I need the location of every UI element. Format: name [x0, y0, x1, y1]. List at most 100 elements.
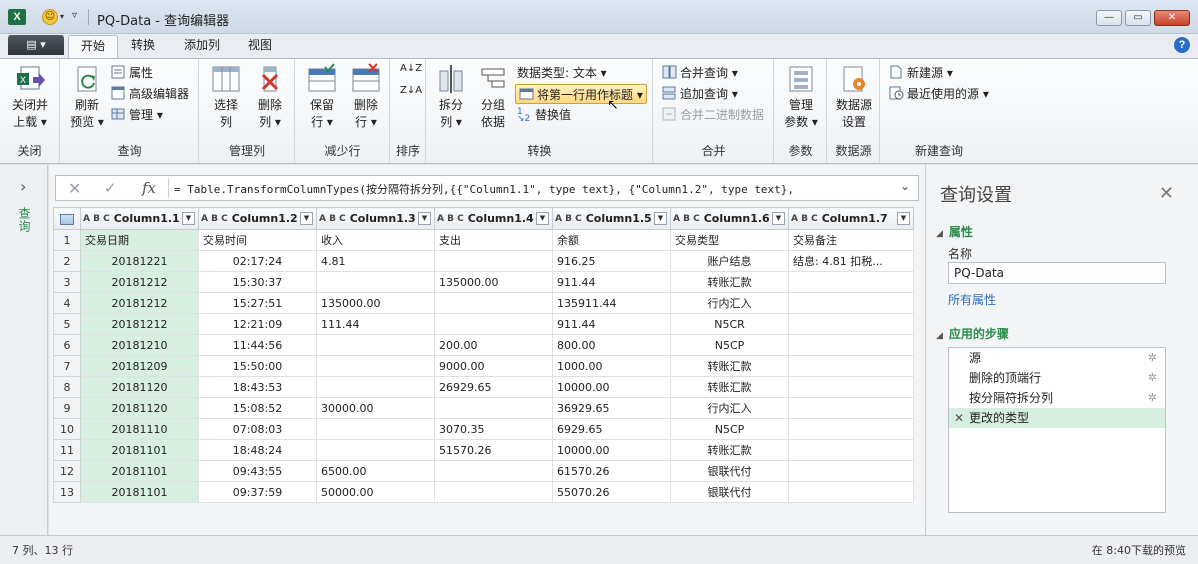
- replace-values-button[interactable]: 1 ↘2 替换值: [517, 105, 571, 125]
- group-by-button[interactable]: 分组 依据: [475, 63, 511, 131]
- table-cell[interactable]: 800.00: [552, 334, 671, 356]
- table-cell[interactable]: [316, 439, 435, 461]
- sort-ascending-button[interactable]: A↓Z: [400, 63, 422, 75]
- table-cell[interactable]: 结息: 4.81 扣税...: [788, 250, 914, 272]
- table-cell[interactable]: 30000.00: [316, 397, 435, 419]
- table-cell[interactable]: 20181209: [80, 355, 199, 377]
- gear-icon[interactable]: ✲: [1148, 348, 1157, 368]
- table-cell[interactable]: 交易日期: [80, 229, 199, 251]
- table-cell[interactable]: 账户结息: [670, 250, 789, 272]
- table-cell[interactable]: 135000.00: [434, 271, 553, 293]
- qat-customize-icon[interactable]: ▿: [72, 10, 77, 21]
- delete-step-icon[interactable]: ✕: [954, 408, 964, 428]
- table-cell[interactable]: 3070.35: [434, 418, 553, 440]
- tab-add-column[interactable]: 添加列: [172, 35, 232, 58]
- table-cell[interactable]: 15:27:51: [198, 292, 317, 314]
- column-header[interactable]: A B C Column1.1 ▼: [80, 207, 199, 230]
- table-cell[interactable]: 交易时间: [198, 229, 317, 251]
- table-cell[interactable]: [788, 397, 914, 419]
- table-cell[interactable]: [434, 397, 553, 419]
- column-header[interactable]: A B C Column1.3 ▼: [316, 207, 435, 230]
- table-cell[interactable]: N5CP: [670, 334, 789, 356]
- table-cell[interactable]: 15:50:00: [198, 355, 317, 377]
- table-cell[interactable]: 18:48:24: [198, 439, 317, 461]
- table-cell[interactable]: 银联代付: [670, 460, 789, 482]
- table-cell[interactable]: 行内汇入: [670, 292, 789, 314]
- table-cell[interactable]: N5CP: [670, 418, 789, 440]
- properties-button[interactable]: 属性: [111, 63, 153, 83]
- table-cell[interactable]: 15:30:37: [198, 271, 317, 293]
- table-cell[interactable]: [788, 418, 914, 440]
- table-cell[interactable]: [788, 376, 914, 398]
- table-cell[interactable]: 135911.44: [552, 292, 671, 314]
- table-cell[interactable]: 20181101: [80, 460, 199, 482]
- table-cell[interactable]: 6500.00: [316, 460, 435, 482]
- step-item[interactable]: 按分隔符拆分列 ✲: [949, 388, 1165, 408]
- column-header[interactable]: A B C Column1.6 ▼: [670, 207, 789, 230]
- filter-dropdown-icon[interactable]: ▼: [418, 212, 431, 225]
- table-cell[interactable]: [316, 355, 435, 377]
- merge-queries-button[interactable]: 合并查询 ▾: [662, 63, 738, 83]
- refresh-preview-button[interactable]: 刷新 预览 ▾: [67, 63, 107, 131]
- qat-dropdown-icon[interactable]: ▾: [60, 12, 64, 21]
- filter-dropdown-icon[interactable]: ▼: [182, 212, 195, 225]
- column-header[interactable]: A B C Column1.2 ▼: [198, 207, 317, 230]
- table-cell[interactable]: 111.44: [316, 313, 435, 335]
- close-settings-icon[interactable]: ✕: [1159, 183, 1174, 204]
- new-source-button[interactable]: 新建源 ▾: [889, 63, 953, 83]
- table-cell[interactable]: N5CR: [670, 313, 789, 335]
- table-cell[interactable]: 转账汇款: [670, 376, 789, 398]
- table-cell[interactable]: 36929.65: [552, 397, 671, 419]
- table-cell[interactable]: 135000.00: [316, 292, 435, 314]
- column-header[interactable]: A B C Column1.7 ▼: [788, 207, 914, 230]
- table-cell[interactable]: [434, 250, 553, 272]
- all-properties-link[interactable]: 所有属性: [948, 291, 996, 308]
- table-cell[interactable]: [316, 418, 435, 440]
- table-cell[interactable]: 911.44: [552, 271, 671, 293]
- table-cell[interactable]: 11:44:56: [198, 334, 317, 356]
- table-cell[interactable]: 200.00: [434, 334, 553, 356]
- table-cell[interactable]: 911.44: [552, 313, 671, 335]
- manage-parameters-button[interactable]: 管理 参数 ▾: [779, 63, 823, 131]
- file-menu-button[interactable]: ▤ ▾: [8, 35, 64, 55]
- filter-dropdown-icon[interactable]: ▼: [536, 212, 549, 225]
- table-cell[interactable]: 07:08:03: [198, 418, 317, 440]
- choose-columns-button[interactable]: 选择 列: [206, 63, 246, 131]
- column-header[interactable]: A B C Column1.5 ▼: [552, 207, 671, 230]
- table-cell[interactable]: 55070.26: [552, 481, 671, 503]
- tab-view[interactable]: 视图: [236, 35, 284, 58]
- table-cell[interactable]: 4.81: [316, 250, 435, 272]
- commit-formula-icon[interactable]: ✓: [104, 179, 117, 197]
- filter-dropdown-icon[interactable]: ▼: [897, 212, 910, 225]
- table-cell[interactable]: 支出: [434, 229, 553, 251]
- remove-columns-button[interactable]: 删除 列 ▾: [250, 63, 290, 131]
- table-cell[interactable]: [434, 481, 553, 503]
- combine-binaries-button[interactable]: 合并二进制数据: [662, 105, 764, 125]
- table-cell[interactable]: [788, 481, 914, 503]
- table-cell[interactable]: 转账汇款: [670, 355, 789, 377]
- datasource-settings-button[interactable]: 数据源 设置: [832, 63, 876, 131]
- table-cell[interactable]: 9000.00: [434, 355, 553, 377]
- step-item[interactable]: 删除的顶端行 ✲: [949, 368, 1165, 388]
- table-cell[interactable]: 转账汇款: [670, 271, 789, 293]
- filter-dropdown-icon[interactable]: ▼: [772, 212, 785, 225]
- table-cell[interactable]: 12:21:09: [198, 313, 317, 335]
- table-cell[interactable]: 交易类型: [670, 229, 789, 251]
- help-icon[interactable]: ?: [1174, 37, 1190, 53]
- table-cell[interactable]: 51570.26: [434, 439, 553, 461]
- table-cell[interactable]: 20181212: [80, 271, 199, 293]
- table-cell[interactable]: 余额: [552, 229, 671, 251]
- properties-section-header[interactable]: ◢ 属性: [936, 223, 973, 240]
- split-column-button[interactable]: 拆分 列 ▾: [433, 63, 469, 131]
- table-cell[interactable]: 09:43:55: [198, 460, 317, 482]
- table-cell[interactable]: 收入: [316, 229, 435, 251]
- expand-formula-icon[interactable]: ⌄: [900, 179, 910, 193]
- table-cell[interactable]: 20181110: [80, 418, 199, 440]
- step-item-selected[interactable]: ✕ 更改的类型: [949, 408, 1165, 428]
- close-and-load-button[interactable]: X 关闭并 上载 ▾: [8, 63, 52, 131]
- table-cell[interactable]: [788, 271, 914, 293]
- filter-dropdown-icon[interactable]: ▼: [300, 212, 313, 225]
- table-cell[interactable]: [788, 355, 914, 377]
- manage-query-button[interactable]: 管理 ▾: [111, 105, 163, 125]
- table-cell[interactable]: 10000.00: [552, 439, 671, 461]
